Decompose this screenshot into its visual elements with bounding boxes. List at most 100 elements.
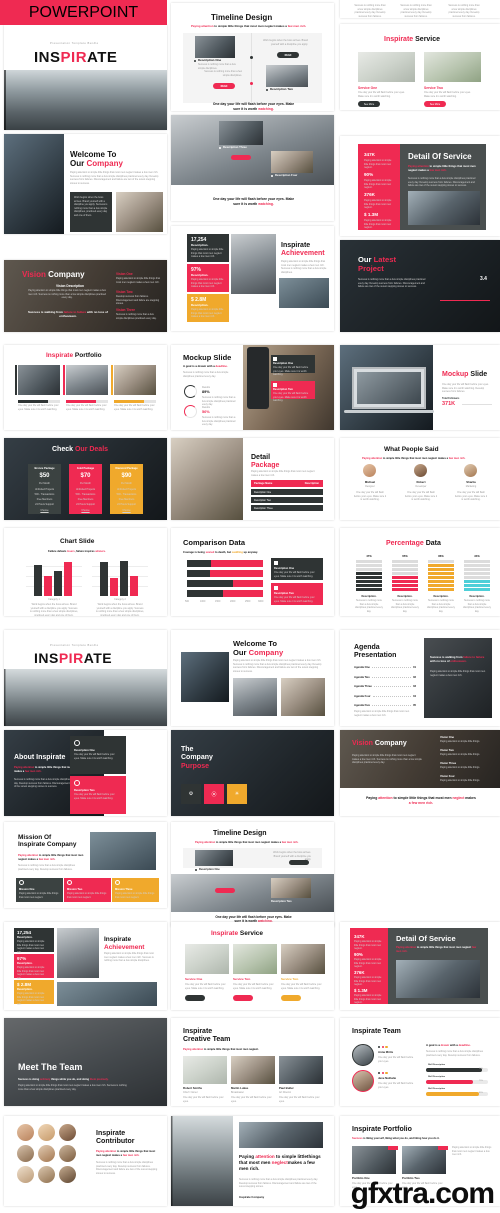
service-image-2 (424, 52, 481, 82)
timeline2-button-dark[interactable] (289, 860, 309, 865)
service2-button-2[interactable] (233, 995, 253, 1001)
bulb-icon[interactable]: ☀ (227, 784, 247, 804)
slide-timeline-1-cont[interactable]: Description Three Description Four One d… (171, 115, 334, 221)
purpose-title: The Company Purpose (181, 746, 213, 770)
slide-mockup-1[interactable]: Mockup Slide A goal is a dream with a de… (171, 345, 334, 430)
plan-cta-3[interactable]: Choose (113, 509, 140, 513)
slide-percentage[interactable]: Percentage Data 47% Description. Success… (340, 528, 500, 616)
slide-partial-top-right[interactable]: Success is nothing more than a few simpl… (340, 0, 500, 18)
comparison-xtick-1: 500 (185, 600, 189, 603)
testimonial-text-3: One day your life will flash before your… (454, 491, 488, 502)
mockup1-subtitle: A goal is a dream with a deadline. (183, 364, 228, 368)
slide-chart[interactable]: Chart Slide Failure defeats losers, fail… (4, 528, 167, 616)
slide-vision-1[interactable]: Vision Company Vision Description Paying… (4, 260, 167, 332)
achievement2-photo-2 (57, 982, 157, 1006)
detail-service-photo (408, 191, 480, 225)
slide-vision-2[interactable]: Vision Company Paying attention to simpl… (340, 730, 500, 816)
detail2-title: Detail Of Service (396, 934, 456, 943)
slide-quote[interactable]: Paying attention to simple littlethings … (171, 1116, 334, 1206)
chart-bar-1-4 (64, 562, 72, 596)
slide-testimonials[interactable]: What People Said Paying attention to sim… (340, 438, 500, 520)
laptop-mockup (352, 367, 426, 409)
slide-latest-project[interactable]: Our Latest Project Success is nothing mor… (340, 240, 500, 332)
plan-cta-2[interactable]: Choose (72, 509, 99, 513)
slide-about[interactable]: About Inspirate Paying attention to simp… (4, 730, 167, 816)
social-icon (385, 1072, 388, 1075)
slide-detail-package[interactable]: Detail Package Paying attention to simple… (171, 438, 334, 520)
slide-company-purpose[interactable]: The Company Purpose ⚙ ⦿ ☀ (171, 730, 334, 816)
service-button-1[interactable]: See More (358, 101, 380, 107)
slide-detail-service-1[interactable]: 347K Paying attention to simple little t… (340, 136, 500, 236)
agenda-item[interactable]: Agenda Five 05 (354, 704, 416, 707)
slide-team-2[interactable]: Inspirate Team Anna Mirtis One day your … (340, 1018, 500, 1106)
slide-timeline-2[interactable]: Timeline Design Paying attention to simp… (171, 822, 334, 927)
slide-cover-2[interactable]: Presentation Template Bundle INSPIRATE (4, 630, 167, 726)
gear-icon[interactable]: ⚙ (181, 784, 201, 804)
percentage-value-1: 47% (366, 554, 372, 558)
slide-achievement-2[interactable]: 17,254 Description. Paying attention to … (4, 922, 167, 1010)
agenda-item[interactable]: Agenda Two 02 (354, 676, 416, 679)
timeline-read-button-pink[interactable]: READ (213, 83, 235, 89)
slide-cover-1[interactable]: Presentation Template Bundle INSPIRATE (4, 25, 167, 130)
creative-member-text-2: One day your life will flash before your… (231, 1096, 272, 1103)
testimonial-text-1: One day your life will flash before your… (353, 491, 387, 502)
service2-button-3[interactable] (281, 995, 301, 1001)
percentage-stack-1 (356, 560, 382, 592)
team2-skill-fill-1 (426, 1068, 482, 1072)
slide-agenda[interactable]: Agenda Presentation Agenda One 01 Agenda T… (340, 630, 500, 726)
detail-service-title: Detail Of Service (408, 152, 472, 161)
slide-service-1[interactable]: Inspirate Service Service One One day yo… (340, 24, 500, 110)
slide-comparison[interactable]: Comparison Data Courage is being scared … (171, 528, 334, 616)
contributor-avatar-3 (59, 1124, 76, 1141)
timeline-cont-image-1 (219, 121, 263, 145)
agenda-item[interactable]: Agenda Four 04 (354, 695, 416, 698)
detail-stat-label-4: Paying attention to simple little things… (364, 219, 392, 230)
team2-social-1[interactable] (378, 1046, 388, 1049)
laptop-base (344, 410, 434, 413)
slide-detail-service-2[interactable]: 347K Paying attention to simple little t… (340, 922, 500, 1010)
portfolio-image-1 (18, 365, 60, 395)
detail-stat-value-4: $ 1.3M (364, 212, 379, 217)
timeline-cont-button[interactable] (231, 155, 251, 160)
slide-contributor[interactable]: Inspirate Contributor Paying attention to… (4, 1116, 167, 1206)
agenda-item[interactable]: Agenda One 01 (354, 666, 416, 669)
agenda-item[interactable]: Agenda Three 03 (354, 685, 416, 688)
mockup1-card-icon-1 (273, 357, 277, 361)
slide-portfolio-1[interactable]: Inspirate Portfolio One day your life wi… (4, 345, 167, 430)
slide-timeline-1[interactable]: Timeline Design Paying attention to simp… (171, 3, 334, 111)
slide-meet-team[interactable]: Meet The Team Success is doing ordinary … (4, 1018, 167, 1106)
creative-member-name-1: Robert Smiths (183, 1086, 203, 1090)
slide-creative-team[interactable]: Inspirate Creative Team Paying attention … (171, 1018, 334, 1106)
target-icon[interactable]: ⦿ (204, 784, 224, 804)
plan-cta-1[interactable]: Choose (31, 509, 58, 513)
slide-welcome-2[interactable]: Welcome To Our Company Paying attention t… (171, 630, 334, 726)
slide-deals[interactable]: Check Our Deals Bronze Package $50 Per M… (4, 438, 167, 520)
vision-item-label-1: Vision One (116, 272, 133, 276)
timeline-read-button-dark[interactable]: READ (277, 52, 299, 58)
slide-achievement-1[interactable]: 17,254 Description. Paying attention to … (171, 226, 334, 331)
testimonial-avatar-3 (464, 464, 477, 477)
slide-welcome-1[interactable]: Welcome To Our Company Paying attention t… (4, 134, 167, 234)
slide-service-2[interactable]: Inspirate Service Service One One day yo… (171, 922, 334, 1010)
percentage-text-1: Success is nothing more than a few simpl… (355, 599, 383, 613)
creative-team-subtitle: Paying attention to simple little things… (183, 1048, 259, 1051)
slide-mission[interactable]: Mission Of Inspirate Company Paying atten… (4, 822, 167, 908)
detail-stat-label-2: Paying attention to simple little things… (364, 179, 392, 190)
timeline-label-2: Description Two (270, 87, 294, 91)
achievement-stat-text-1: Paying attention to simple little things… (191, 248, 224, 259)
about-card-label-1: Description One (74, 749, 95, 752)
comparison-bar-4-pink (223, 590, 263, 597)
achievement2-label-1: Description. (17, 936, 33, 939)
detail2-photo (396, 960, 480, 998)
comparison-xtick-4: 2000 (230, 600, 236, 603)
chart-group-1 (26, 560, 82, 596)
team2-social-2[interactable] (378, 1072, 388, 1075)
meet-team-body: Paying attention to simple little things… (18, 1084, 127, 1091)
slide-mockup-2[interactable]: Mockup Slide One day your life will flas… (340, 345, 500, 430)
timeline2-button-pink[interactable] (215, 888, 235, 893)
service2-button-1[interactable] (185, 995, 205, 1001)
donut-value-2: 56% (202, 410, 210, 414)
vision2-title: Vision Company (352, 740, 407, 747)
social-icon (385, 1046, 388, 1049)
service-button-2[interactable]: See More (424, 101, 446, 107)
